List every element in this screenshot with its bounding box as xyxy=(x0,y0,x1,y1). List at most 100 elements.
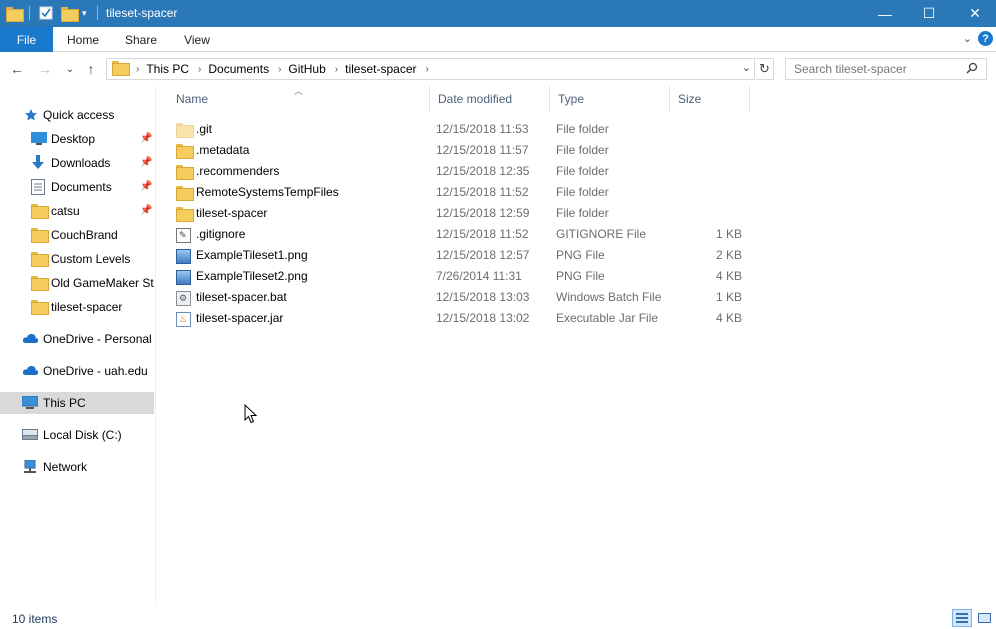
column-header-date[interactable]: Date modified xyxy=(430,86,550,112)
text-file-icon: ✎ xyxy=(176,228,191,243)
file-name: .git xyxy=(196,122,213,136)
chevron-right-icon[interactable]: › xyxy=(426,64,429,75)
sidebar-item-onedrive-personal[interactable]: OneDrive - Personal xyxy=(0,328,154,350)
sidebar-item-network[interactable]: Network xyxy=(0,456,154,478)
new-folder-icon[interactable] xyxy=(61,4,79,22)
download-icon xyxy=(31,155,47,169)
file-row[interactable]: ExampleTileset1.png 12/15/2018 12:57 PNG F… xyxy=(160,245,996,266)
divider xyxy=(97,6,98,20)
file-row[interactable]: .recommenders 12/15/2018 12:35 File folder xyxy=(160,161,996,182)
search-icon[interactable] xyxy=(966,62,978,77)
file-type: GITIGNORE File xyxy=(556,227,647,241)
sidebar-item-label: tileset-spacer xyxy=(51,300,123,314)
maximize-button[interactable]: ☐ xyxy=(906,0,952,27)
file-name: RemoteSystemsTempFiles xyxy=(196,185,339,199)
pin-icon[interactable]: 📌 xyxy=(140,205,152,216)
file-date-modified: 7/26/2014 11:31 xyxy=(436,269,522,283)
expand-ribbon-icon[interactable]: ⌄ xyxy=(963,32,972,45)
window-title: tileset-spacer xyxy=(106,6,178,20)
column-header-size[interactable]: Size xyxy=(670,86,750,112)
mouse-cursor-icon xyxy=(244,403,258,424)
file-row[interactable]: .git 12/15/2018 11:53 File folder xyxy=(160,119,996,140)
file-row[interactable]: tileset-spacer 12/15/2018 12:59 File folde… xyxy=(160,203,996,224)
tab-file[interactable]: File xyxy=(0,27,53,52)
sidebar-item-quick-access[interactable]: Quick access xyxy=(0,104,154,126)
sidebar-item-label: Documents xyxy=(51,180,112,194)
sidebar-item-downloads[interactable]: Downloads 📌 xyxy=(0,152,154,174)
pin-icon[interactable]: 📌 xyxy=(140,157,152,168)
folder-icon xyxy=(176,165,194,181)
file-date-modified: 12/15/2018 12:35 xyxy=(436,164,530,178)
file-name: ExampleTileset2.png xyxy=(196,269,308,283)
file-date-modified: 12/15/2018 11:52 xyxy=(436,185,529,199)
tab-home[interactable]: Home xyxy=(60,27,106,52)
ribbon: File Home Share View ⌄ ? xyxy=(0,27,996,52)
sidebar-item-tileset-spacer[interactable]: tileset-spacer xyxy=(0,296,154,318)
sidebar-item-onedrive-uah[interactable]: OneDrive - uah.edu xyxy=(0,360,154,382)
breadcrumb-documents[interactable]: Documents xyxy=(208,62,269,76)
details-view-button[interactable] xyxy=(952,609,972,627)
recent-locations-button[interactable]: ⌄ xyxy=(60,60,80,78)
refresh-button[interactable]: ↻ xyxy=(756,58,774,80)
sidebar-item-this-pc[interactable]: This PC xyxy=(0,392,154,414)
jar-file-icon: ♨ xyxy=(176,312,191,327)
forward-button[interactable]: → xyxy=(35,60,55,78)
file-type: File folder xyxy=(556,122,609,136)
sidebar-item-desktop[interactable]: Desktop 📌 xyxy=(0,128,154,150)
folder-icon xyxy=(112,61,130,77)
file-row[interactable]: RemoteSystemsTempFiles 12/15/2018 11:52 Fi… xyxy=(160,182,996,203)
close-button[interactable]: ✕ xyxy=(952,0,996,27)
folder-icon xyxy=(176,186,194,202)
file-row[interactable]: ♨ tileset-spacer.jar 12/15/2018 13:02 Execu… xyxy=(160,308,996,329)
file-type: Executable Jar File xyxy=(556,311,659,325)
chevron-right-icon[interactable]: › xyxy=(198,64,201,75)
search-input[interactable]: Search tileset-spacer xyxy=(785,58,987,80)
file-date-modified: 12/15/2018 11:57 xyxy=(436,143,529,157)
up-button[interactable]: ↑ xyxy=(81,60,101,78)
sidebar-item-label: Desktop xyxy=(51,132,96,146)
pin-icon[interactable]: 📌 xyxy=(140,133,152,144)
sidebar-item-catsu[interactable]: catsu 📌 xyxy=(0,200,154,222)
back-button[interactable]: ← xyxy=(7,60,27,78)
file-row[interactable]: ✎ .gitignore 12/15/2018 11:52 GITIGNORE Fil… xyxy=(160,224,996,245)
properties-icon[interactable] xyxy=(39,4,53,22)
chevron-right-icon[interactable]: › xyxy=(278,64,281,75)
details-view-icon xyxy=(956,613,968,623)
file-type: Windows Batch File xyxy=(556,290,662,304)
breadcrumb-github[interactable]: GitHub xyxy=(288,62,325,76)
file-name: ExampleTileset1.png xyxy=(196,248,308,262)
sidebar-item-custom-levels[interactable]: Custom Levels xyxy=(0,248,154,270)
sidebar-item-label: Old GameMaker Stu xyxy=(51,276,154,290)
tab-view[interactable]: View xyxy=(176,27,218,52)
column-header-type[interactable]: Type xyxy=(550,86,670,112)
sidebar-item-documents[interactable]: Documents 📌 xyxy=(0,176,154,198)
breadcrumb-tileset-spacer[interactable]: tileset-spacer xyxy=(345,62,416,76)
large-icons-view-button[interactable] xyxy=(974,609,994,627)
customize-toolbar-icon[interactable]: ▾ xyxy=(82,4,87,22)
file-type: File folder xyxy=(556,185,609,199)
file-row[interactable]: ExampleTileset2.png 7/26/2014 11:31 PNG Fi… xyxy=(160,266,996,287)
sidebar-item-local-disk[interactable]: Local Disk (C:) xyxy=(0,424,154,446)
file-row[interactable]: ⚙ tileset-spacer.bat 12/15/2018 13:03 Windo… xyxy=(160,287,996,308)
sidebar-item-old-gamemaker[interactable]: Old GameMaker Stu xyxy=(0,272,154,294)
file-date-modified: 12/15/2018 13:03 xyxy=(436,290,530,304)
breadcrumb-this-pc[interactable]: This PC xyxy=(146,62,189,76)
file-date-modified: 12/15/2018 13:02 xyxy=(436,311,530,325)
chevron-right-icon[interactable]: › xyxy=(136,64,139,75)
sidebar-item-label: catsu xyxy=(51,204,80,218)
chevron-right-icon[interactable]: › xyxy=(335,64,338,75)
file-row[interactable]: .metadata 12/15/2018 11:57 File folder xyxy=(160,140,996,161)
file-type: PNG File xyxy=(556,248,605,262)
minimize-button[interactable]: — xyxy=(862,0,908,27)
tab-share[interactable]: Share xyxy=(118,27,164,52)
address-bar[interactable]: › This PC › Documents › GitHub › tileset… xyxy=(106,58,755,80)
desktop-icon xyxy=(31,132,47,146)
sidebar-item-couchbrand[interactable]: CouchBrand xyxy=(0,224,154,246)
column-header-name[interactable]: Name xyxy=(168,86,430,112)
chevron-down-icon[interactable]: ⌄ xyxy=(742,61,751,74)
title-bar: ▾ tileset-spacer — ☐ ✕ xyxy=(0,0,996,27)
pin-icon[interactable]: 📌 xyxy=(140,181,152,192)
sidebar-item-label: Custom Levels xyxy=(51,252,131,266)
file-size: 4 KB xyxy=(715,269,742,283)
help-button[interactable]: ? xyxy=(978,31,993,46)
